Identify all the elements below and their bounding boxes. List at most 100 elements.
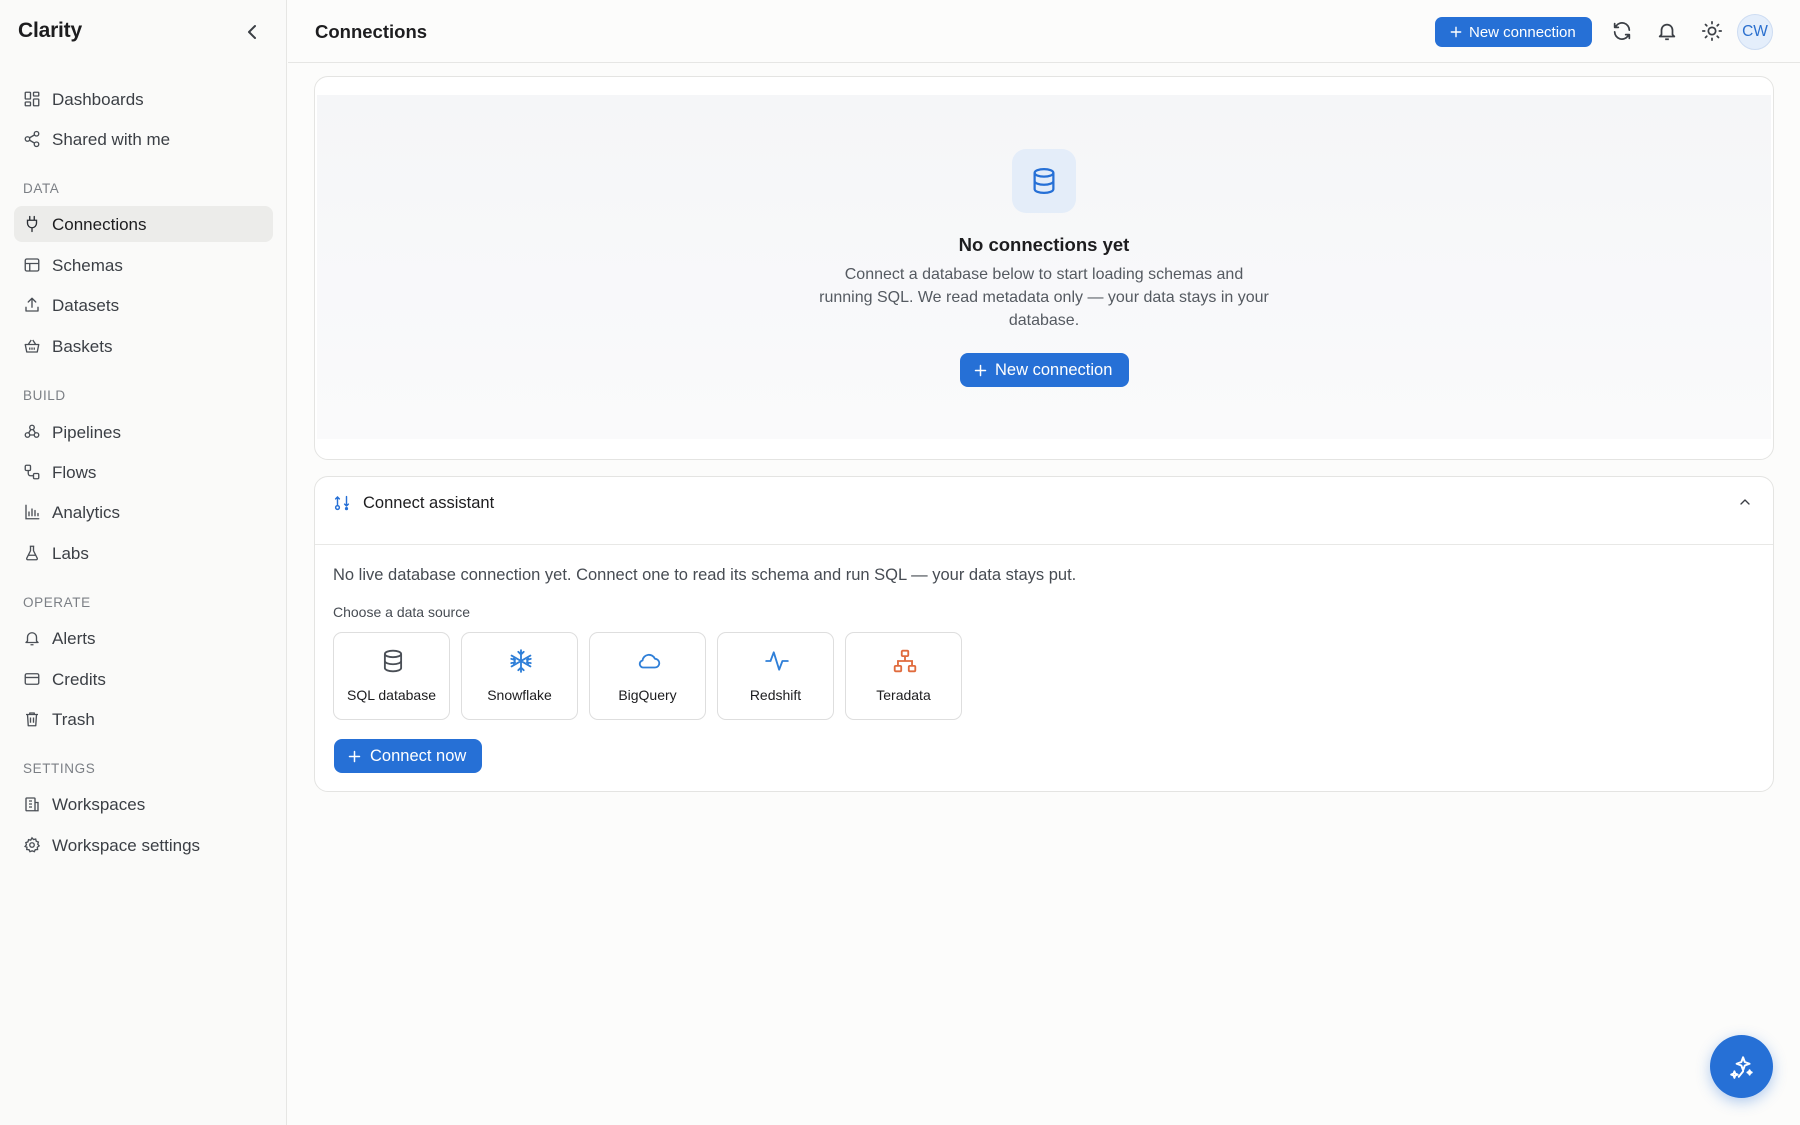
empty-state-button-label: New connection (995, 360, 1113, 379)
sidebar-item-pipelines[interactable]: Pipelines (14, 414, 273, 450)
source-tile-label: Teradata (876, 687, 931, 703)
sidebar-item-label: Dashboards (52, 90, 144, 109)
source-tile-redshift[interactable]: Redshift (717, 632, 834, 720)
sidebar-item-label: Flows (52, 463, 97, 482)
theme-toggle-button[interactable] (1701, 20, 1723, 42)
credit-card-icon (24, 673, 40, 685)
source-tile-snowflake[interactable]: Snowflake (461, 632, 578, 720)
sidebar-item-workspaces[interactable]: Workspaces (14, 786, 273, 822)
bar-chart-icon (25, 504, 40, 520)
section-title-settings: SETTINGS (23, 761, 96, 776)
source-tile-label: SQL database (347, 687, 436, 703)
sidebar-item-label: Pipelines (52, 423, 121, 442)
avatar[interactable]: CW (1737, 14, 1773, 50)
empty-state-title: No connections yet (958, 234, 1130, 255)
choose-data-source-label: Choose a data source (333, 604, 470, 620)
connect-now-button[interactable]: Connect now (334, 739, 482, 773)
bell-icon (1658, 23, 1676, 41)
snowflake-icon (510, 649, 532, 673)
top-header: Connections New connection CW (288, 0, 1800, 63)
flask-icon (26, 545, 38, 561)
notifications-button[interactable] (1656, 20, 1678, 42)
flow-icon (24, 464, 40, 480)
connect-now-label: Connect now (370, 746, 467, 765)
sidebar-item-alerts[interactable]: Alerts (14, 620, 273, 656)
sidebar-item-schemas[interactable]: Schemas (14, 247, 273, 283)
page-title: Connections (315, 21, 428, 42)
sidebar-item-trash[interactable]: Trash (14, 701, 273, 737)
connect-assistant-title: Connect assistant (363, 494, 495, 512)
database-badge (1012, 149, 1076, 213)
sidebar: Clarity Dashboards Shared with me DATA C… (0, 0, 287, 1125)
upload-icon (25, 297, 39, 312)
section-title-operate: OPERATE (23, 595, 91, 610)
sidebar-item-label: Analytics (52, 503, 121, 522)
connect-assistant-card: Connect assistant No live database conne… (314, 476, 1774, 792)
gear-icon (24, 836, 41, 853)
sidebar-item-label: Schemas (52, 256, 123, 275)
new-connection-button[interactable]: New connection (1435, 17, 1592, 47)
sidebar-item-datasets[interactable]: Datasets (14, 287, 273, 323)
sidebar-item-labs[interactable]: Labs (14, 535, 273, 571)
hierarchy-icon (893, 649, 917, 673)
connect-assistant-message: No live database connection yet. Connect… (333, 566, 1077, 584)
chevron-up-icon[interactable] (1737, 494, 1753, 510)
brand-row: Clarity (0, 0, 287, 64)
app-logo: Clarity (18, 19, 82, 42)
database-icon (1033, 168, 1055, 195)
source-tile-label: Snowflake (487, 687, 552, 703)
connect-assistant-header[interactable]: Connect assistant (315, 477, 1773, 545)
sidebar-item-analytics[interactable]: Analytics (14, 494, 273, 530)
cloud-icon (638, 653, 661, 669)
plus-icon (974, 364, 987, 376)
new-connection-label: New connection (1469, 23, 1576, 41)
empty-state-new-connection-button[interactable]: New connection (960, 353, 1129, 387)
sidebar-item-label: Baskets (52, 337, 113, 356)
sidebar-item-connections[interactable]: Connections (14, 206, 273, 242)
sidebar-item-credits[interactable]: Credits (14, 661, 273, 697)
refresh-button[interactable] (1611, 20, 1633, 42)
dashboard-icon (24, 91, 40, 107)
share-icon (24, 130, 40, 148)
source-tile-label: BigQuery (618, 687, 677, 703)
source-tile-sql-database[interactable]: SQL database (333, 632, 450, 720)
collapse-sidebar-button[interactable] (240, 20, 264, 44)
ai-assistant-fab[interactable] (1710, 1035, 1773, 1098)
sun-icon (1701, 20, 1723, 42)
database-icon (383, 649, 403, 673)
sidebar-item-flows[interactable]: Flows (14, 454, 273, 490)
sidebar-item-label: Alerts (52, 629, 96, 648)
sidebar-item-label: Trash (52, 710, 95, 729)
source-tile-teradata[interactable]: Teradata (845, 632, 962, 720)
plug-icon (26, 215, 38, 233)
basket-icon (24, 339, 40, 353)
empty-state-card: No connections yet Connect a database be… (314, 76, 1774, 460)
refresh-icon (1613, 22, 1631, 40)
chevron-left-icon (248, 25, 256, 39)
sidebar-item-baskets[interactable]: Baskets (14, 328, 273, 364)
sidebar-item-workspace-settings[interactable]: Workspace settings (14, 827, 273, 863)
plus-icon (1450, 26, 1462, 38)
sidebar-item-dashboards[interactable]: Dashboards (14, 81, 273, 117)
sidebar-item-shared-with-me[interactable]: Shared with me (14, 121, 273, 157)
bell-icon (25, 632, 39, 646)
section-title-build: BUILD (23, 388, 66, 403)
route-icon (334, 495, 350, 511)
sidebar-item-label: Workspaces (52, 795, 146, 814)
empty-state-description: Connect a database below to start loadin… (819, 266, 1269, 329)
section-title-data: DATA (23, 181, 60, 196)
sidebar-item-label: Labs (52, 544, 89, 563)
sidebar-item-label: Shared with me (52, 130, 171, 149)
building-icon (25, 797, 39, 812)
source-tile-bigquery[interactable]: BigQuery (589, 632, 706, 720)
sidebar-item-label: Credits (52, 670, 106, 689)
pulse-icon (765, 651, 789, 671)
source-tile-label: Redshift (749, 687, 802, 703)
table-icon (24, 258, 40, 272)
sidebar-item-label: Workspace settings (52, 836, 201, 855)
plus-icon (348, 750, 361, 762)
trash-icon (26, 712, 38, 727)
sparkles-icon (1729, 1055, 1753, 1079)
sidebar-item-label: Datasets (52, 296, 120, 315)
pipeline-icon (24, 424, 40, 438)
